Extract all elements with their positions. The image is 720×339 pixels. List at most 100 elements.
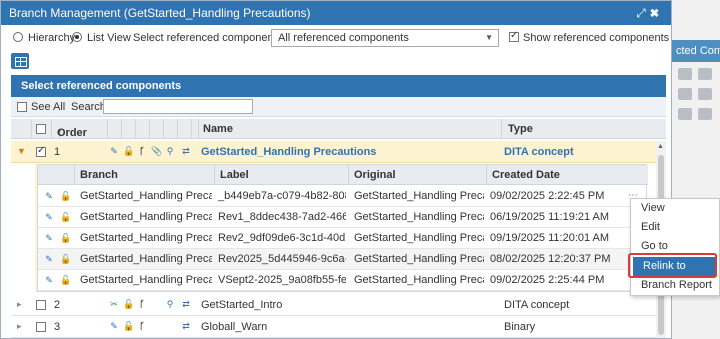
row-type: DITA concept	[504, 299, 570, 311]
edit-icon[interactable]: ✎	[44, 191, 54, 201]
hierarchy-label: Hierarchy	[28, 32, 76, 44]
row-name[interactable]: GetStarted_Intro	[201, 299, 282, 311]
branch-name: GetStarted_Handling Precautio...	[80, 190, 212, 202]
branch-original: GetStarted_Handling Precautio...	[354, 190, 484, 202]
column-type[interactable]: Type	[508, 123, 533, 135]
branch-created: 09/19/2025 11:20:01 AM	[490, 232, 610, 244]
edit-icon[interactable]: ✎	[109, 146, 119, 156]
bg-icon	[678, 68, 692, 80]
chevron-down-icon[interactable]: ▼	[17, 146, 26, 156]
branch-icon[interactable]: ᚴ	[137, 321, 147, 331]
column-created-date[interactable]: Created Date	[492, 169, 560, 181]
branch-original: GetStarted_Handling Precautio...	[354, 211, 484, 223]
context-menu: View Edit Go to Relink to Original Branc…	[630, 198, 720, 296]
column-name[interactable]: Name	[203, 123, 233, 135]
background-panel-header: cted Compo	[672, 40, 720, 62]
subtable-header: Branch Label Original Created Date	[38, 165, 648, 185]
branch-label: Rev2_9df09de6-3c1d-40db-944...	[218, 232, 346, 244]
table-row[interactable]: ▸ 3 ✎ 🔓 ᚴ ⇄ Globall_Warn Binary	[11, 316, 656, 338]
unlock-icon[interactable]: 🔓	[60, 191, 70, 201]
close-icon[interactable]: ✖	[650, 6, 663, 20]
branch-name: GetStarted_Handling Precautio...	[80, 211, 212, 223]
sync-icon[interactable]: ⇄	[181, 321, 191, 331]
paperclip-icon[interactable]: 📎	[151, 146, 162, 156]
sync-icon[interactable]: ⇄	[181, 299, 191, 309]
branch-created: 06/19/2025 11:19:21 AM	[490, 211, 610, 223]
expand-icon[interactable]: ⤢	[636, 6, 650, 20]
show-referenced-checkbox[interactable]	[509, 30, 519, 44]
branch-original: GetStarted_Handling Precautio...	[354, 274, 484, 286]
see-all-checkbox[interactable]	[17, 102, 27, 112]
select-components-label: Select referenced components:*	[133, 32, 290, 44]
see-all-label: See All	[31, 101, 66, 113]
highlight-outline	[628, 253, 717, 278]
edit-icon[interactable]: ✎	[44, 254, 54, 264]
link-icon[interactable]: ✂	[109, 299, 119, 309]
branch-row[interactable]: ✎ 🔓 GetStarted_Handling Precautio... _b4…	[38, 186, 648, 207]
branch-management-dialog: Branch Management (GetStarted_Handling P…	[0, 0, 672, 339]
row-order: 2	[54, 299, 61, 311]
branch-label: VSept2-2025_9a08fb55-fec4-4d...	[218, 274, 346, 286]
table-row[interactable]: ▼ 1 ✎ 🔓 ᚴ 📎 ⚲ ⇄ GetStarted_Handling Prec…	[11, 141, 656, 163]
sync-icon[interactable]: ⇄	[181, 146, 191, 156]
edit-icon[interactable]: ✎	[44, 233, 54, 243]
dialog-titlebar: Branch Management (GetStarted_Handling P…	[1, 1, 671, 25]
unlock-icon[interactable]: 🔓	[60, 275, 70, 285]
branch-original: GetStarted_Handling Precautio...	[354, 253, 484, 265]
edit-icon[interactable]: ✎	[109, 321, 119, 331]
branch-row[interactable]: ✎ 🔓 GetStarted_Handling Precautio... Rev…	[38, 249, 648, 270]
chevron-right-icon[interactable]: ▸	[17, 299, 22, 310]
hierarchy-radio[interactable]	[13, 32, 23, 44]
unlock-icon[interactable]: 🔓	[60, 233, 70, 243]
branch-name: GetStarted_Handling Precautio...	[80, 232, 212, 244]
bg-icon	[698, 68, 712, 80]
branch-row[interactable]: ✎ 🔓 GetStarted_Handling Precautio... Rev…	[38, 207, 648, 228]
branch-label: Rev2025_5d445946-9c6a-4612-...	[218, 253, 346, 265]
menu-item-branch-report[interactable]: Branch Report	[631, 276, 720, 295]
scroll-up-icon[interactable]: ▲	[657, 143, 664, 150]
binoculars-icon[interactable]: ⚲	[165, 146, 175, 156]
column-original[interactable]: Original	[354, 169, 396, 181]
branch-created: 09/02/2025 2:22:45 PM	[490, 190, 605, 202]
unlock-icon[interactable]: 🔓	[60, 254, 70, 264]
referenced-components-select[interactable]: All referenced components ▼	[271, 29, 499, 47]
edit-icon[interactable]: ✎	[44, 275, 54, 285]
bg-icon	[698, 88, 712, 100]
row-order: 1	[54, 146, 61, 158]
row-checkbox[interactable]	[36, 322, 46, 332]
bg-icon	[678, 88, 692, 100]
row-checkbox[interactable]	[36, 300, 46, 310]
branches-subtable-container: Branch Label Original Created Date ✎ 🔓 G…	[35, 164, 648, 292]
unlock-icon[interactable]: 🔓	[60, 212, 70, 222]
menu-item-edit[interactable]: Edit	[631, 218, 720, 237]
unlock-icon[interactable]: 🔓	[123, 146, 134, 156]
branch-label: _b449eb7a-c079-4b82-8085-6c...	[218, 190, 346, 202]
search-input[interactable]	[103, 99, 253, 114]
bg-icon	[678, 108, 692, 120]
unlock-icon[interactable]: 🔓	[123, 299, 134, 309]
search-bar: See All Search:	[11, 97, 666, 117]
branch-original: GetStarted_Handling Precautio...	[354, 232, 484, 244]
panel-title: Select referenced components	[11, 75, 666, 97]
row-name-link[interactable]: GetStarted_Handling Precautions	[201, 146, 376, 158]
branch-row[interactable]: ✎ 🔓 GetStarted_Handling Precautio... Rev…	[38, 228, 648, 249]
table-view-icon[interactable]	[11, 53, 29, 69]
chevron-right-icon[interactable]: ▸	[17, 321, 22, 332]
row-name[interactable]: Globall_Warn	[201, 321, 267, 333]
edit-icon[interactable]: ✎	[44, 212, 54, 222]
menu-item-view[interactable]: View	[631, 199, 720, 218]
branch-created: 09/02/2025 2:25:44 PM	[490, 274, 605, 286]
select-all-checkbox[interactable]	[36, 124, 46, 134]
branch-row[interactable]: ✎ 🔓 GetStarted_Handling Precautio... VSe…	[38, 270, 648, 291]
column-label[interactable]: Label	[220, 169, 249, 181]
branch-icon[interactable]: ᚴ	[137, 299, 147, 309]
branches-subtable: Branch Label Original Created Date ✎ 🔓 G…	[37, 164, 648, 292]
column-branch[interactable]: Branch	[80, 169, 118, 181]
branch-icon[interactable]: ᚴ	[137, 146, 147, 156]
dialog-title: Branch Management (GetStarted_Handling P…	[9, 6, 311, 20]
row-checkbox[interactable]	[36, 145, 46, 157]
unlock-icon[interactable]: 🔓	[123, 321, 134, 331]
list-view-radio[interactable]	[72, 32, 82, 44]
table-row[interactable]: ▸ 2 ✂ 🔓 ᚴ ⚲ ⇄ GetStarted_Intro DITA conc…	[11, 294, 656, 316]
binoculars-icon[interactable]: ⚲	[165, 299, 175, 309]
